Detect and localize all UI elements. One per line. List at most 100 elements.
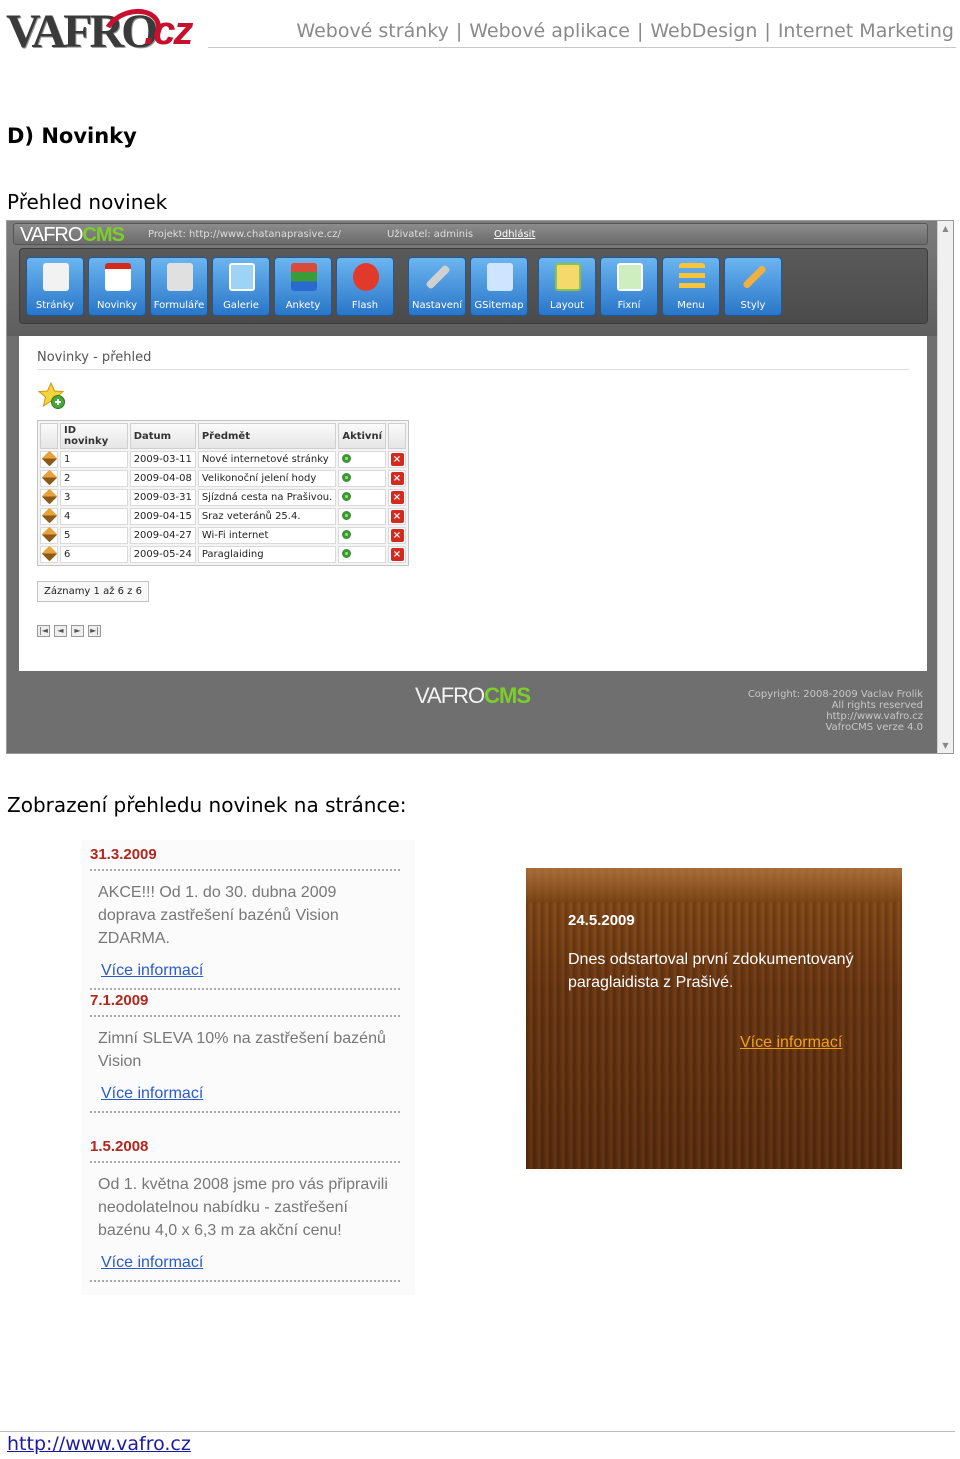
- cms-topbar: VAFROCMS Projekt: http://www.chatanapras…: [13, 223, 928, 246]
- cell-active[interactable]: [338, 546, 386, 563]
- cell-subject: Paraglaiding: [197, 546, 337, 563]
- cms-copyright: Copyright: 2008-2009 Vaclav Frolik All r…: [748, 689, 923, 733]
- tool-styly[interactable]: Styly: [724, 257, 782, 316]
- cell-active[interactable]: [338, 489, 386, 506]
- cell-subject: Nové internetové stránky: [197, 451, 337, 468]
- edit-cell[interactable]: [40, 507, 58, 525]
- cell-active[interactable]: [338, 527, 386, 544]
- cell-id: 3: [60, 489, 128, 506]
- delete-cell[interactable]: ×: [388, 489, 406, 506]
- edit-cell[interactable]: [40, 488, 58, 506]
- cell-date: 2009-03-31: [129, 489, 196, 506]
- tool-fixni[interactable]: Fixní: [600, 257, 658, 316]
- banner-more-info-link[interactable]: Více informací: [740, 1034, 842, 1052]
- prev-page-icon[interactable]: ◄: [54, 625, 67, 637]
- tool-galerie[interactable]: Galerie: [212, 257, 270, 316]
- tool-menu[interactable]: Menu: [662, 257, 720, 316]
- tool-label: Galerie: [223, 300, 259, 311]
- delete-icon: ×: [390, 491, 404, 504]
- tool-nastaveni[interactable]: Nastavení: [408, 257, 466, 316]
- tool-label: Flash: [351, 300, 379, 311]
- delete-cell[interactable]: ×: [388, 546, 406, 563]
- delete-icon: ×: [390, 453, 404, 466]
- tool-label: Styly: [740, 300, 766, 311]
- header-date[interactable]: Datum: [129, 423, 196, 449]
- cell-active[interactable]: [338, 451, 386, 468]
- tool-formulare[interactable]: Formuláře: [150, 257, 208, 316]
- delete-icon: ×: [390, 510, 404, 523]
- delete-cell[interactable]: ×: [388, 527, 406, 544]
- dotted-divider: [90, 988, 400, 990]
- nav-item-internet-marketing[interactable]: Internet Marketing: [778, 20, 954, 42]
- delete-cell[interactable]: ×: [388, 508, 406, 525]
- banner-date: 24.5.2009: [568, 912, 635, 929]
- logout-link[interactable]: Odhlásit: [494, 229, 535, 240]
- tool-layout[interactable]: Layout: [538, 257, 596, 316]
- tool-stranky[interactable]: Stránky: [26, 257, 84, 316]
- cms-footer-logo: VAFROCMS: [415, 683, 531, 709]
- news-date: 7.1.2009: [90, 992, 149, 1009]
- news-table: ID novinky Datum Předmět Aktivní 1 2009-…: [37, 420, 409, 566]
- cms-toolbar: Stránky Novinky Formuláře Galerie Ankety…: [19, 248, 928, 324]
- header-delete: [388, 423, 406, 449]
- header-id[interactable]: ID novinky: [60, 423, 128, 449]
- subtitle-display: Zobrazení přehledu novinek na stránce:: [7, 793, 407, 817]
- news-date: 31.3.2009: [90, 846, 157, 863]
- add-news-icon[interactable]: [37, 381, 67, 411]
- edit-cell[interactable]: [40, 526, 58, 544]
- subtitle-overview: Přehled novinek: [7, 190, 168, 214]
- fixed-icon: [617, 263, 643, 291]
- delete-cell[interactable]: ×: [388, 451, 406, 468]
- active-radio-icon: [342, 529, 352, 539]
- more-info-link[interactable]: Více informací: [101, 962, 400, 980]
- copyright-line: Copyright: 2008-2009 Vaclav Frolik: [747, 689, 923, 700]
- copyright-line[interactable]: http://www.vafro.cz: [748, 711, 923, 722]
- next-page-icon[interactable]: ►: [71, 625, 84, 637]
- header-active[interactable]: Aktivní: [338, 423, 386, 449]
- delete-cell[interactable]: ×: [388, 470, 406, 487]
- scroll-up-icon[interactable]: ▲: [941, 224, 950, 233]
- tool-flash[interactable]: Flash: [336, 257, 394, 316]
- section-title: D) Novinky: [7, 124, 137, 148]
- edit-cell[interactable]: [40, 545, 58, 563]
- cms-scrollbar[interactable]: ▲ ▼: [937, 221, 953, 753]
- vafro-logo[interactable]: VAFRO .cz: [6, 1, 196, 63]
- footer-url-link[interactable]: http://www.vafro.cz: [7, 1433, 191, 1455]
- cell-active[interactable]: [338, 470, 386, 487]
- nav-item-webove-aplikace[interactable]: Webové aplikace: [469, 20, 630, 42]
- edit-cell[interactable]: [40, 450, 58, 468]
- banner-top-edge: [526, 868, 902, 902]
- gallery-icon: [229, 263, 255, 291]
- cell-date: 2009-04-27: [129, 527, 196, 544]
- tool-ankety[interactable]: Ankety: [274, 257, 332, 316]
- first-page-icon[interactable]: |◄: [37, 625, 50, 637]
- cell-active[interactable]: [338, 508, 386, 525]
- page-icon: [43, 263, 69, 291]
- pencil-icon: [41, 450, 57, 466]
- news-item: 31.3.2009 AKCE!!! Od 1. do 30. dubna 200…: [90, 846, 400, 990]
- cell-id: 6: [60, 546, 128, 563]
- dotted-divider: [90, 1161, 400, 1163]
- cms-screenshot: VAFROCMS Projekt: http://www.chatanapras…: [6, 220, 954, 754]
- last-page-icon[interactable]: ►|: [88, 625, 101, 637]
- nav-item-webove-stranky[interactable]: Webové stránky: [296, 20, 448, 42]
- nav-item-webdesign[interactable]: WebDesign: [650, 20, 757, 42]
- poll-icon: [291, 263, 317, 291]
- more-info-link[interactable]: Více informací: [101, 1254, 400, 1272]
- tool-novinky[interactable]: Novinky: [88, 257, 146, 316]
- dotted-divider: [90, 1280, 400, 1282]
- menu-icon: [679, 263, 705, 291]
- scroll-down-icon[interactable]: ▼: [941, 741, 950, 750]
- pencil-icon: [41, 469, 57, 485]
- cms-logo-text-b: CMS: [82, 224, 124, 246]
- tool-label: GSitemap: [474, 300, 524, 311]
- edit-cell[interactable]: [40, 469, 58, 487]
- tool-label: Ankety: [285, 300, 321, 311]
- cell-date: 2009-04-15: [129, 508, 196, 525]
- cell-subject: Sjízdná cesta na Prašivou.: [197, 489, 337, 506]
- more-info-link[interactable]: Více informací: [101, 1085, 400, 1103]
- header-subject[interactable]: Předmět: [197, 423, 337, 449]
- cms-footer-logo-b: CMS: [484, 683, 531, 708]
- tool-gsitemap[interactable]: GSitemap: [470, 257, 528, 316]
- cell-subject: Wi-Fi internet: [197, 527, 337, 544]
